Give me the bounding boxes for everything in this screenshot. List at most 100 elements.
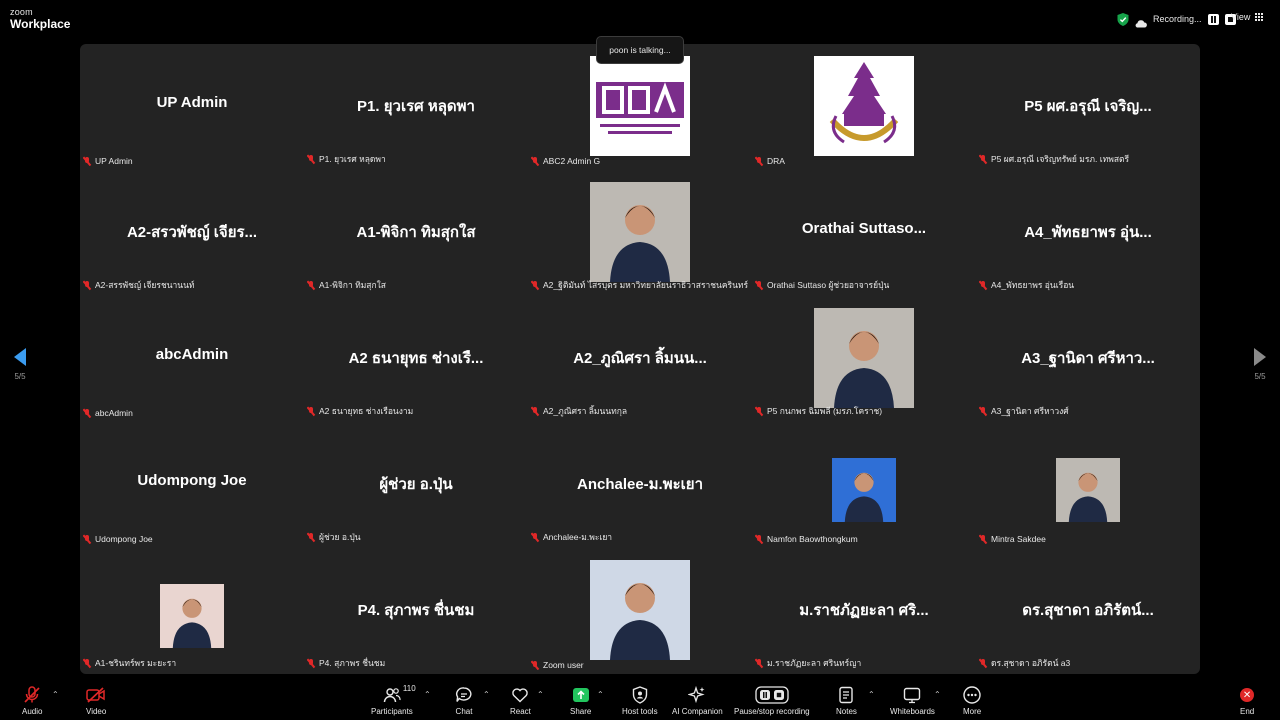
more-button[interactable]: More [963, 686, 981, 716]
view-button[interactable]: View [1231, 12, 1264, 22]
participant-display-name: abcAdmin [155, 346, 229, 363]
participant-label-text: A2 ธนายุทธ ช่างเรือนงาม [319, 406, 414, 416]
whiteboards-button[interactable]: Whiteboards [890, 686, 935, 716]
participant-video [1056, 458, 1120, 522]
chevron-left-icon [14, 348, 26, 366]
muted-mic-icon [307, 280, 315, 290]
muted-mic-icon [755, 156, 763, 166]
video-gallery: UP Admin UP Admin P1. ยุวเรศ หลุดพา P1. ยุว… [80, 44, 1200, 674]
host-tools-shield-icon [632, 686, 648, 704]
audio-options-chevron-icon[interactable]: ⌃ [52, 690, 59, 699]
participant-tile[interactable]: A1-พิจิกา ทิมสุกใส A1-พิจิกา ทิมสุกใส [304, 170, 528, 296]
participant-label-text: ดร.สุชาดา อภิรัตน์ a3 [991, 658, 1071, 668]
participant-tile[interactable]: A1-ชรินทร์พร มะยะรา [80, 548, 304, 674]
end-meeting-button[interactable]: ✕ End [1240, 686, 1254, 716]
participant-display-name: Udompong Joe [137, 472, 247, 489]
participant-label-text: A2-สรรพัชญ์ เจียรชนานนท์ [95, 280, 195, 290]
react-options-chevron-icon[interactable]: ⌃ [537, 690, 544, 699]
muted-mic-icon [83, 534, 91, 544]
participant-label-text: ม.ราชภัฏยะลา ศรินทร์ญา [767, 658, 862, 668]
chat-options-chevron-icon[interactable]: ⌃ [483, 690, 490, 699]
share-options-chevron-icon[interactable]: ⌃ [597, 690, 604, 699]
page-indicator-right: 5/5 [1254, 372, 1266, 381]
react-button[interactable]: React [510, 686, 531, 716]
participant-display-name: Orathai Suttaso... [801, 220, 927, 237]
participant-tile[interactable]: ดร.สุชาดา อภิรัตน์... ดร.สุชาดา อภิรัตน์ … [976, 548, 1200, 674]
participant-tile[interactable]: Udompong Joe Udompong Joe [80, 422, 304, 548]
muted-mic-icon [307, 658, 315, 668]
participant-name-label: Mintra Sakdee [979, 534, 1046, 544]
participant-tile[interactable]: A2 ธนายุทธ ช่างเรื... A2 ธนายุทธ ช่างเรือ… [304, 296, 528, 422]
participant-label-text: A4_พัทธยาพร อุ่นเรือน [991, 280, 1075, 290]
participant-label-text: DRA [767, 156, 785, 166]
participant-tile[interactable]: P5 ผศ.อรุณี เจริญ... P5 ผศ.อรุณี เจริญทรั… [976, 44, 1200, 170]
recording-status-text: Recording... [1153, 14, 1202, 24]
previous-page-button[interactable]: 5/5 [0, 348, 40, 381]
muted-mic-icon [307, 154, 315, 164]
participant-label-text: Mintra Sakdee [991, 534, 1046, 544]
host-tools-label: Host tools [622, 707, 658, 716]
participants-options-chevron-icon[interactable]: ⌃ [424, 690, 431, 699]
participant-tile[interactable]: A4_พัทธยาพร อุ่น... A4_พัทธยาพร อุ่นเรือน [976, 170, 1200, 296]
participant-label-text: P5 กนกพร ฉิมพลี (มรภ.โคราช) [767, 406, 883, 416]
participant-tile[interactable]: Anchalee-ม.พะเยา Anchalee-ม.พะเยา [528, 422, 752, 548]
more-dots-icon [963, 686, 981, 704]
pause-stop-recording-label: Pause/stop recording [734, 707, 810, 716]
zoom-logo: zoom Workplace [10, 7, 71, 31]
participant-tile[interactable]: A2_ฐิติมันท์ ไสรบุตร มหาวิทยาลัยนราธิวาส… [528, 170, 752, 296]
participant-video [832, 458, 896, 522]
whiteboard-icon [903, 686, 921, 704]
logo-top-text: zoom [10, 7, 33, 17]
participant-tile[interactable]: P1. ยุวเรศ หลุดพา P1. ยุวเรศ หลุดพา [304, 44, 528, 170]
participant-count: 110 [402, 684, 416, 693]
pause-recording-button[interactable] [1207, 13, 1219, 25]
notes-options-chevron-icon[interactable]: ⌃ [868, 690, 875, 699]
participant-tile[interactable]: Namfon Baowthongkum [752, 422, 976, 548]
page-indicator-left: 5/5 [14, 372, 26, 381]
notes-label: Notes [836, 707, 857, 716]
ai-companion-button[interactable]: AI Companion [672, 686, 723, 716]
participant-tile[interactable]: DRA [752, 44, 976, 170]
participant-tile[interactable]: UP Admin UP Admin [80, 44, 304, 170]
participant-tile[interactable]: A2_ภูณิศรา ลิ้มนน... A2_ภูณิศรา ลิ้มนนทกุ… [528, 296, 752, 422]
pause-stop-recording-button[interactable]: Pause/stop recording [734, 686, 810, 716]
participant-tile[interactable]: Mintra Sakdee [976, 422, 1200, 548]
active-speaker-popup: poon is talking... [596, 36, 684, 64]
logo-bottom-text: Workplace [10, 17, 71, 31]
chat-button[interactable]: Chat [455, 686, 473, 716]
participant-name-label: P5 กนกพร ฉิมพลี (มรภ.โคราช) [755, 404, 882, 418]
audio-button[interactable]: Audio [22, 686, 42, 716]
mic-off-icon [23, 686, 41, 704]
participant-label-text: abcAdmin [95, 408, 133, 418]
participant-label-text: Namfon Baowthongkum [767, 534, 858, 544]
video-button[interactable]: Video [86, 686, 106, 716]
whiteboards-options-chevron-icon[interactable]: ⌃ [934, 690, 941, 699]
next-page-button[interactable]: 5/5 [1240, 348, 1280, 381]
participant-name-label: ม.ราชภัฏยะลา ศรินทร์ญา [755, 656, 861, 670]
participant-video [160, 584, 224, 648]
host-tools-button[interactable]: Host tools [622, 686, 658, 716]
participant-tile[interactable]: ผู้ช่วย อ.ปุ่น ผู้ช่วย อ.ปุ่น [304, 422, 528, 548]
participant-name-label: A3_ฐานิดา ศรีหาวงศ์ [979, 404, 1069, 418]
share-button[interactable]: Share [570, 686, 591, 716]
participants-button[interactable]: 110 Participants [371, 684, 416, 716]
notes-button[interactable]: Notes [836, 686, 857, 716]
participant-label-text: P1. ยุวเรศ หลุดพา [319, 154, 386, 164]
participant-tile[interactable]: A2-สรวพัชญ์ เจียร... A2-สรรพัชญ์ เจียรชนา… [80, 170, 304, 296]
participant-display-name: P4. สุภาพร ชื่นชม [357, 602, 475, 619]
participant-tile[interactable]: P5 กนกพร ฉิมพลี (มรภ.โคราช) [752, 296, 976, 422]
participant-tile[interactable]: A3_ฐานิดา ศรีหาว... A3_ฐานิดา ศรีหาวงศ์ [976, 296, 1200, 422]
participant-label-text: A2_ภูณิศรา ลิ้มนนทกุล [543, 406, 628, 416]
participant-label-text: A3_ฐานิดา ศรีหาวงศ์ [991, 406, 1069, 416]
participant-tile[interactable]: Zoom user [528, 548, 752, 674]
muted-mic-icon [755, 280, 763, 290]
participant-name-label: A2_ฐิติมันท์ ไสรบุตร มหาวิทยาลัยนราธิวาส… [531, 278, 748, 292]
participant-tile[interactable]: P4. สุภาพร ชื่นชม P4. สุภาพร ชื่นชม [304, 548, 528, 674]
participant-tile[interactable]: abcAdmin abcAdmin [80, 296, 304, 422]
participant-name-label: P5 ผศ.อรุณี เจริญทรัพย์ มรภ. เทพสตรี [979, 152, 1129, 166]
participant-label-text: ABC2 Admin G [543, 156, 601, 166]
encryption-shield-icon[interactable] [1117, 12, 1129, 26]
participant-name-label: abcAdmin [83, 408, 133, 418]
participant-tile[interactable]: ม.ราชภัฏยะลา ศริ... ม.ราชภัฏยะลา ศรินทร์ญ… [752, 548, 976, 674]
participant-tile[interactable]: Orathai Suttaso... Orathai Suttaso ผู้ช่ว… [752, 170, 976, 296]
